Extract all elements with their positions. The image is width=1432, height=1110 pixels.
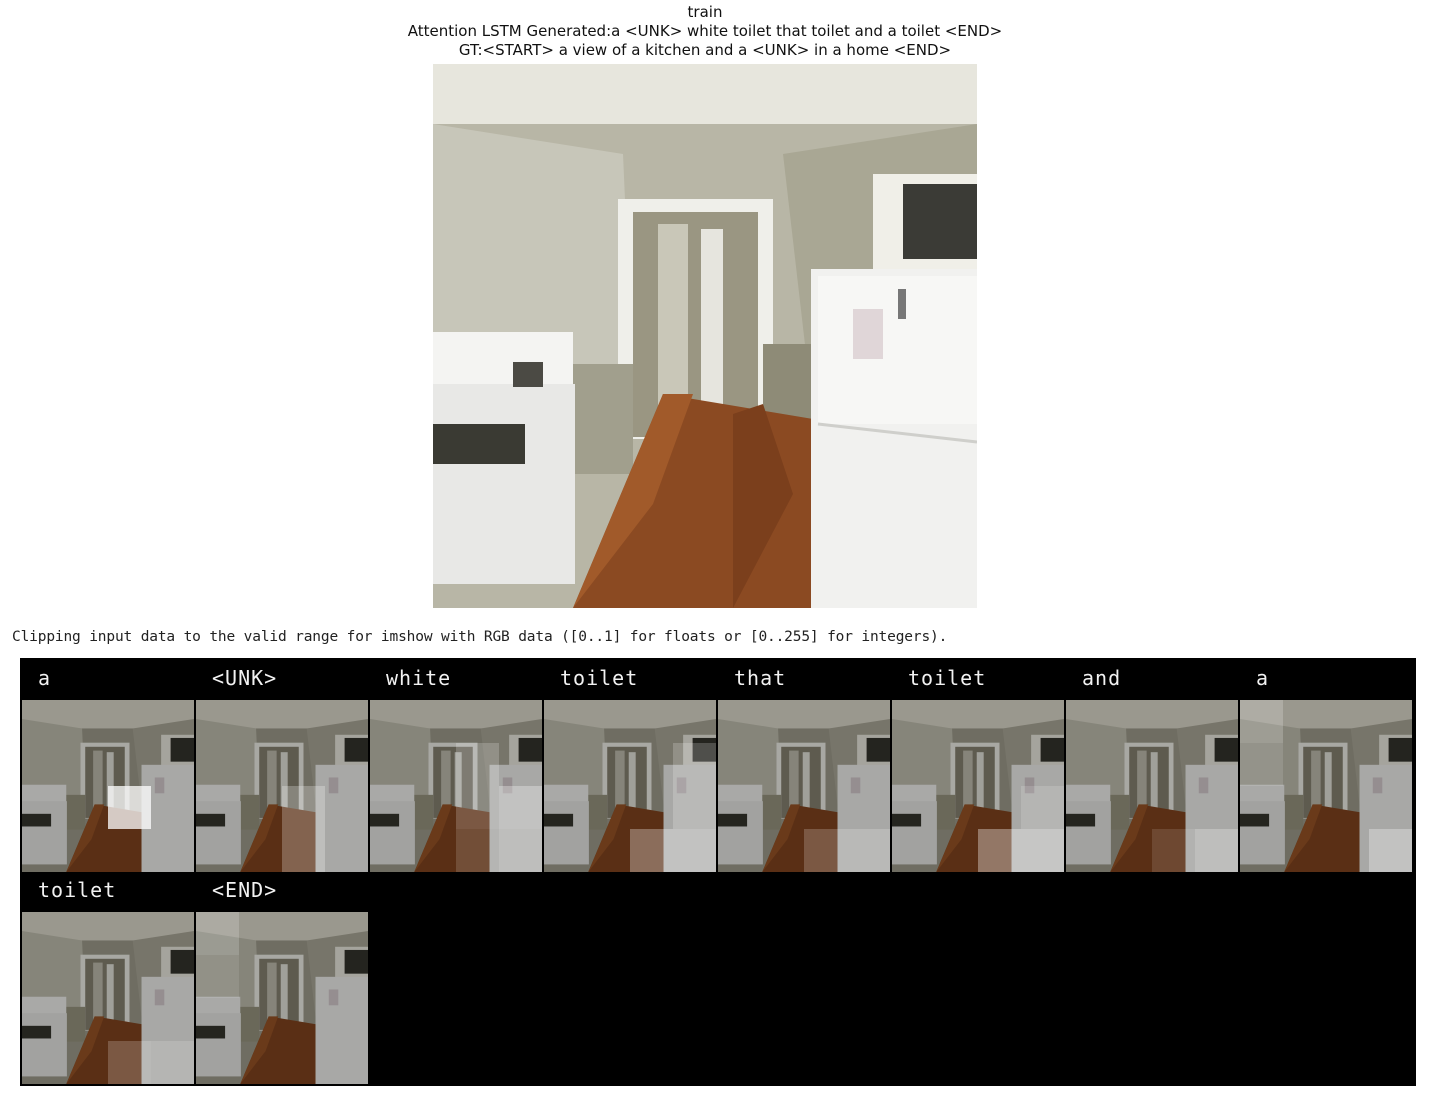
attention-highlight	[282, 829, 325, 872]
attention-cell: a	[1238, 658, 1412, 872]
attention-thumbnail	[718, 700, 890, 872]
attention-cell: <UNK>	[194, 658, 368, 872]
attention-highlight	[804, 829, 847, 872]
attention-highlight	[1369, 829, 1412, 872]
attention-highlight	[499, 786, 542, 829]
attention-highlight	[196, 955, 239, 998]
attention-highlight	[456, 829, 499, 872]
attention-highlight	[673, 743, 716, 786]
attention-thumbnail	[544, 700, 716, 872]
attention-cell: that	[716, 658, 890, 872]
attention-word: toilet	[908, 666, 987, 690]
attention-highlight	[1021, 786, 1064, 829]
attention-thumbnail	[22, 700, 194, 872]
attention-word: <UNK>	[212, 666, 278, 690]
attention-thumbnail	[22, 912, 194, 1084]
figure-title: train	[687, 3, 723, 21]
attention-word: and	[1082, 666, 1122, 690]
attention-thumbnail	[1066, 700, 1238, 872]
attention-cell: toilet	[890, 658, 1064, 872]
attention-thumbnail	[196, 700, 368, 872]
figure-title-block: train Attention LSTM Generated:a <UNK> w…	[0, 3, 1410, 60]
attention-thumbnail	[1240, 700, 1412, 872]
attention-highlight	[108, 786, 151, 829]
attention-word: a	[38, 666, 52, 690]
attention-thumbnail	[196, 912, 368, 1084]
attention-highlight	[1240, 700, 1283, 743]
attention-grid: a <UNK> white toilet that toilet and a t…	[20, 658, 1416, 1086]
attention-cell: and	[1064, 658, 1238, 872]
attention-thumbnail	[892, 700, 1064, 872]
attention-cell: toilet	[20, 870, 194, 1084]
generated-caption: Attention LSTM Generated:a <UNK> white t…	[407, 22, 1003, 40]
attention-word: toilet	[560, 666, 639, 690]
clipping-warning: Clipping input data to the valid range f…	[12, 629, 948, 645]
attention-word: that	[734, 666, 787, 690]
ground-truth-caption: GT:<START> a view of a kitchen and a <UN…	[458, 41, 952, 59]
attention-word: white	[386, 666, 452, 690]
attention-highlight	[499, 829, 542, 872]
attention-thumbnail	[370, 700, 542, 872]
attention-word: a	[1256, 666, 1270, 690]
attention-cell: toilet	[542, 658, 716, 872]
attention-highlight	[1021, 829, 1064, 872]
attention-highlight	[847, 829, 890, 872]
attention-highlight	[1195, 829, 1238, 872]
attention-cell: <END>	[194, 870, 368, 1084]
attention-highlight	[108, 1041, 151, 1084]
attention-highlight	[456, 743, 499, 786]
attention-word: toilet	[38, 878, 117, 902]
attention-highlight	[1152, 829, 1195, 872]
attention-highlight	[196, 912, 239, 955]
attention-highlight	[978, 829, 1021, 872]
attention-highlight	[1240, 743, 1283, 786]
attention-highlight	[630, 829, 673, 872]
attention-highlight	[673, 829, 716, 872]
kitchen-image	[433, 64, 977, 608]
attention-highlight	[151, 1041, 194, 1084]
attention-highlight	[282, 786, 325, 829]
attention-highlight	[673, 786, 716, 829]
attention-cell: white	[368, 658, 542, 872]
attention-word: <END>	[212, 878, 278, 902]
attention-cell: a	[20, 658, 194, 872]
attention-highlight	[456, 786, 499, 829]
